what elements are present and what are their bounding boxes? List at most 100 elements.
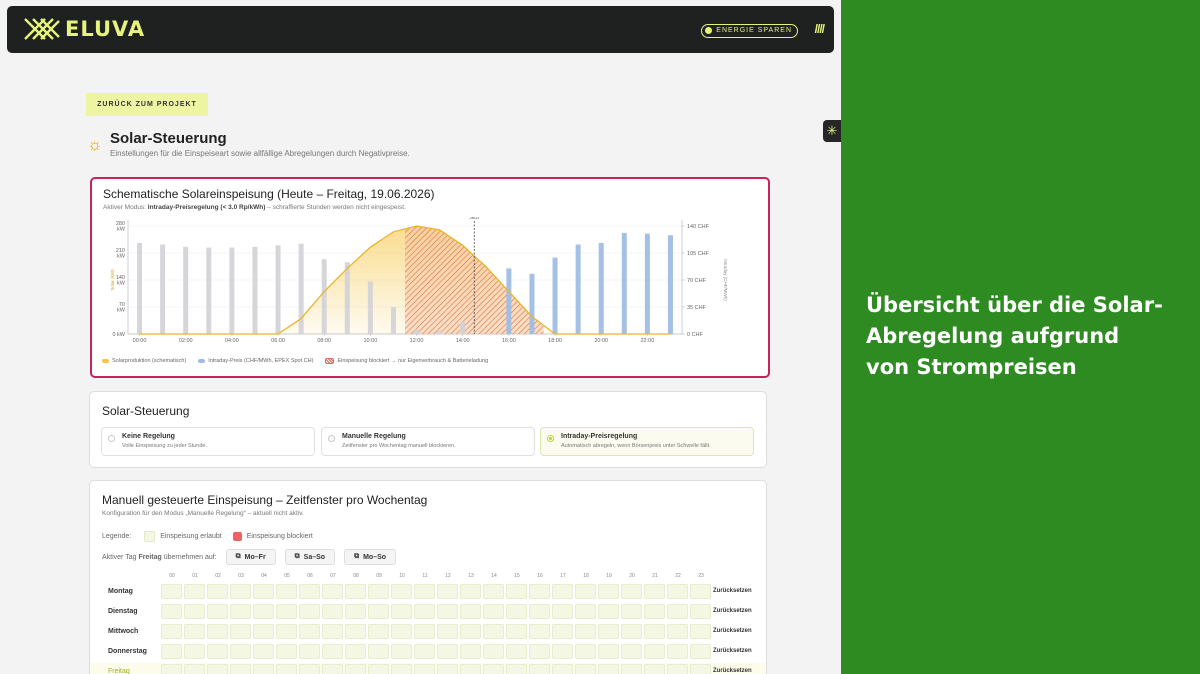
radio-manuelle-regelung[interactable] xyxy=(328,435,335,442)
brand-logo[interactable]: ELUVA xyxy=(23,17,145,41)
hour-cell[interactable] xyxy=(230,624,251,639)
hour-cell[interactable] xyxy=(437,624,458,639)
hour-cell[interactable] xyxy=(437,604,458,619)
hour-cell[interactable] xyxy=(414,644,435,659)
option-intraday-preisregelung[interactable]: Intraday-Preisregelung Automatisch abreg… xyxy=(540,427,754,456)
hour-cell[interactable] xyxy=(506,624,527,639)
hour-cell[interactable] xyxy=(575,604,596,619)
hour-cell[interactable] xyxy=(391,604,412,619)
hour-cell[interactable] xyxy=(667,624,688,639)
hour-cell[interactable] xyxy=(644,604,665,619)
hour-cell[interactable] xyxy=(161,604,182,619)
copy-mo-fr-button[interactable]: ⧉ Mo–Fr xyxy=(225,549,276,565)
hour-cell[interactable] xyxy=(299,644,320,659)
hour-cell[interactable] xyxy=(299,584,320,599)
hour-cell[interactable] xyxy=(667,584,688,599)
hour-cell[interactable] xyxy=(529,604,550,619)
hour-cell[interactable] xyxy=(644,644,665,659)
hour-cell[interactable] xyxy=(437,644,458,659)
hour-cell[interactable] xyxy=(345,584,366,599)
hour-cell[interactable] xyxy=(575,644,596,659)
hour-cell[interactable] xyxy=(391,584,412,599)
hour-cell[interactable] xyxy=(437,584,458,599)
hour-cell[interactable] xyxy=(253,644,274,659)
copy-mo-so-button[interactable]: ⧉ Mo–So xyxy=(344,549,397,565)
hour-cell[interactable] xyxy=(184,624,205,639)
hour-cell[interactable] xyxy=(230,584,251,599)
hour-cell[interactable] xyxy=(368,604,389,619)
hour-cell[interactable] xyxy=(230,604,251,619)
hour-cell[interactable] xyxy=(552,644,573,659)
hour-cell[interactable] xyxy=(552,624,573,639)
hour-cell[interactable] xyxy=(345,604,366,619)
hour-cell[interactable] xyxy=(391,644,412,659)
hour-cell[interactable] xyxy=(276,604,297,619)
hour-cell[interactable] xyxy=(345,644,366,659)
hour-cell[interactable] xyxy=(483,584,504,599)
hour-cell[interactable] xyxy=(276,664,297,674)
hour-cell[interactable] xyxy=(529,664,550,674)
hour-cell[interactable] xyxy=(207,644,228,659)
hour-cell[interactable] xyxy=(460,644,481,659)
hour-cell[interactable] xyxy=(391,664,412,674)
hour-cell[interactable] xyxy=(391,624,412,639)
hour-cell[interactable] xyxy=(575,624,596,639)
hour-cell[interactable] xyxy=(460,604,481,619)
hour-cell[interactable] xyxy=(207,664,228,674)
option-keine-regelung[interactable]: Keine Regelung Volle Einspeisung zu jede… xyxy=(101,427,315,456)
hour-cell[interactable] xyxy=(529,644,550,659)
hour-cell[interactable] xyxy=(414,664,435,674)
hour-cell[interactable] xyxy=(552,604,573,619)
hour-cell[interactable] xyxy=(184,604,205,619)
hour-cell[interactable] xyxy=(598,584,619,599)
hour-cell[interactable] xyxy=(552,584,573,599)
side-panel-toggle-icon[interactable]: ✳ xyxy=(823,120,841,142)
hour-cell[interactable] xyxy=(299,624,320,639)
hour-cell[interactable] xyxy=(253,624,274,639)
hour-cell[interactable] xyxy=(667,664,688,674)
hour-cell[interactable] xyxy=(598,604,619,619)
hour-cell[interactable] xyxy=(529,624,550,639)
hour-cell[interactable] xyxy=(368,584,389,599)
reset-day-button[interactable]: Zurücksetzen xyxy=(713,648,752,654)
hour-cell[interactable] xyxy=(506,644,527,659)
hour-cell[interactable] xyxy=(575,664,596,674)
hour-cell[interactable] xyxy=(276,644,297,659)
hour-cell[interactable] xyxy=(414,584,435,599)
radio-keine-regelung[interactable] xyxy=(108,435,115,442)
reset-day-button[interactable]: Zurücksetzen xyxy=(713,608,752,614)
hour-cell[interactable] xyxy=(230,664,251,674)
hour-cell[interactable] xyxy=(299,664,320,674)
hour-cell[interactable] xyxy=(598,644,619,659)
hour-cell[interactable] xyxy=(621,624,642,639)
reset-day-button[interactable]: Zurücksetzen xyxy=(713,628,752,634)
hour-cell[interactable] xyxy=(483,664,504,674)
hour-cell[interactable] xyxy=(529,584,550,599)
hour-cell[interactable] xyxy=(460,624,481,639)
hour-cell[interactable] xyxy=(621,584,642,599)
hour-cell[interactable] xyxy=(414,604,435,619)
hour-cell[interactable] xyxy=(276,584,297,599)
hour-cell[interactable] xyxy=(690,664,711,674)
hour-cell[interactable] xyxy=(253,664,274,674)
hour-cell[interactable] xyxy=(253,584,274,599)
hour-cell[interactable] xyxy=(598,664,619,674)
hour-cell[interactable] xyxy=(506,664,527,674)
hour-cell[interactable] xyxy=(345,664,366,674)
hour-cell[interactable] xyxy=(161,624,182,639)
hour-cell[interactable] xyxy=(184,584,205,599)
hour-cell[interactable] xyxy=(460,664,481,674)
hour-cell[interactable] xyxy=(322,644,343,659)
hour-cell[interactable] xyxy=(483,604,504,619)
hour-cell[interactable] xyxy=(253,604,274,619)
hour-cell[interactable] xyxy=(644,624,665,639)
option-manuelle-regelung[interactable]: Manuelle Regelung Zeitfenster pro Wochen… xyxy=(321,427,535,456)
hour-cell[interactable] xyxy=(161,644,182,659)
reset-day-button[interactable]: Zurücksetzen xyxy=(713,668,752,674)
hour-cell[interactable] xyxy=(437,664,458,674)
hour-cell[interactable] xyxy=(667,604,688,619)
hour-cell[interactable] xyxy=(598,624,619,639)
hour-cell[interactable] xyxy=(207,624,228,639)
hour-cell[interactable] xyxy=(322,604,343,619)
hour-cell[interactable] xyxy=(552,664,573,674)
